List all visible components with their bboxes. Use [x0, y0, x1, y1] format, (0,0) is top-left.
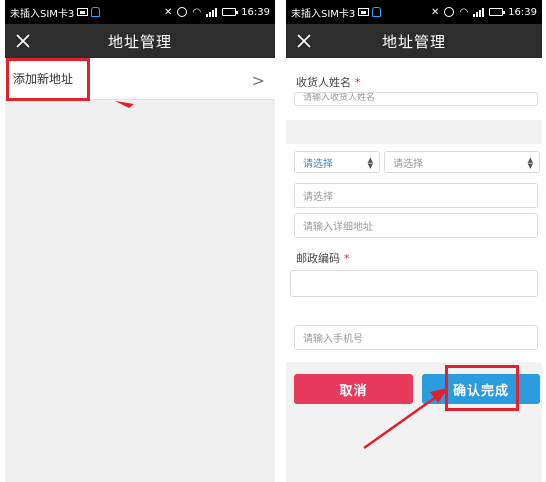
battery-icon	[222, 8, 239, 16]
annotation-highlight-box	[445, 365, 519, 411]
postcode-input[interactable]	[290, 270, 538, 297]
clock-text: 16:39	[241, 6, 270, 18]
phone-placeholder: 请输入手机号	[303, 334, 363, 345]
wifi-icon: ◠	[192, 6, 202, 18]
app-bar: 地址管理	[5, 24, 275, 58]
lock-notification-icon	[372, 7, 382, 17]
mute-icon: ✕	[431, 6, 440, 18]
battery-icon	[489, 8, 506, 16]
phone-input[interactable]: 请输入手机号	[294, 325, 538, 350]
mute-icon: ✕	[164, 6, 173, 18]
gallery-notification-icon	[358, 8, 370, 16]
lock-notification-icon	[91, 7, 101, 17]
district-select[interactable]: 请选择	[294, 183, 538, 208]
alarm-icon	[177, 7, 188, 17]
close-icon[interactable]	[13, 31, 33, 51]
province-select-value: 请选择	[303, 158, 333, 170]
carrier-text: 未插入SIM卡3	[10, 8, 75, 20]
signal-icon	[206, 7, 218, 17]
select-arrows-icon: ▲ ▼	[367, 156, 373, 170]
consignee-placeholder: 请输入收货人姓名	[303, 93, 376, 103]
chevron-right-icon: >	[251, 71, 265, 90]
page-title: 地址管理	[107, 32, 172, 51]
annotation-highlight-box	[6, 58, 90, 101]
alarm-icon	[444, 7, 455, 17]
clock-text: 16:39	[508, 6, 537, 18]
select-arrows-icon: ▲ ▼	[527, 156, 533, 170]
left-phone-screen: 未插入SIM卡3 ✕ ◠ 16:39 地址管理 添加新地址 >	[5, 0, 275, 482]
app-bar: 地址管理	[286, 24, 542, 58]
wifi-icon: ◠	[459, 6, 469, 18]
signal-icon	[473, 7, 485, 17]
consignee-input[interactable]: 请输入收货人姓名	[294, 92, 538, 106]
address-input[interactable]: 请输入详细地址	[294, 213, 538, 238]
city-select[interactable]: 请选择 ▲ ▼	[384, 151, 540, 173]
consignee-label: 收货人姓名 *	[296, 76, 361, 89]
cancel-button[interactable]: 取消	[294, 374, 413, 404]
right-phone-screen: 未插入SIM卡3 ✕ ◠ 16:39 地址管理 收货人姓名 * 请输入收货人姓名 …	[286, 0, 542, 482]
gallery-notification-icon	[77, 8, 89, 16]
district-select-value: 请选择	[303, 192, 333, 203]
close-icon[interactable]	[294, 31, 314, 51]
page-title: 地址管理	[381, 32, 446, 51]
status-bar: 未插入SIM卡3 ✕ ◠ 16:39	[5, 0, 275, 24]
status-bar: 未插入SIM卡3 ✕ ◠ 16:39	[286, 0, 542, 24]
city-select-value: 请选择	[393, 158, 423, 170]
section-divider	[286, 120, 542, 144]
carrier-text: 未插入SIM卡3	[291, 8, 356, 20]
address-placeholder: 请输入详细地址	[303, 222, 373, 233]
postcode-label: 邮政编码 *	[296, 252, 350, 265]
province-select[interactable]: 请选择 ▲ ▼	[294, 151, 380, 173]
